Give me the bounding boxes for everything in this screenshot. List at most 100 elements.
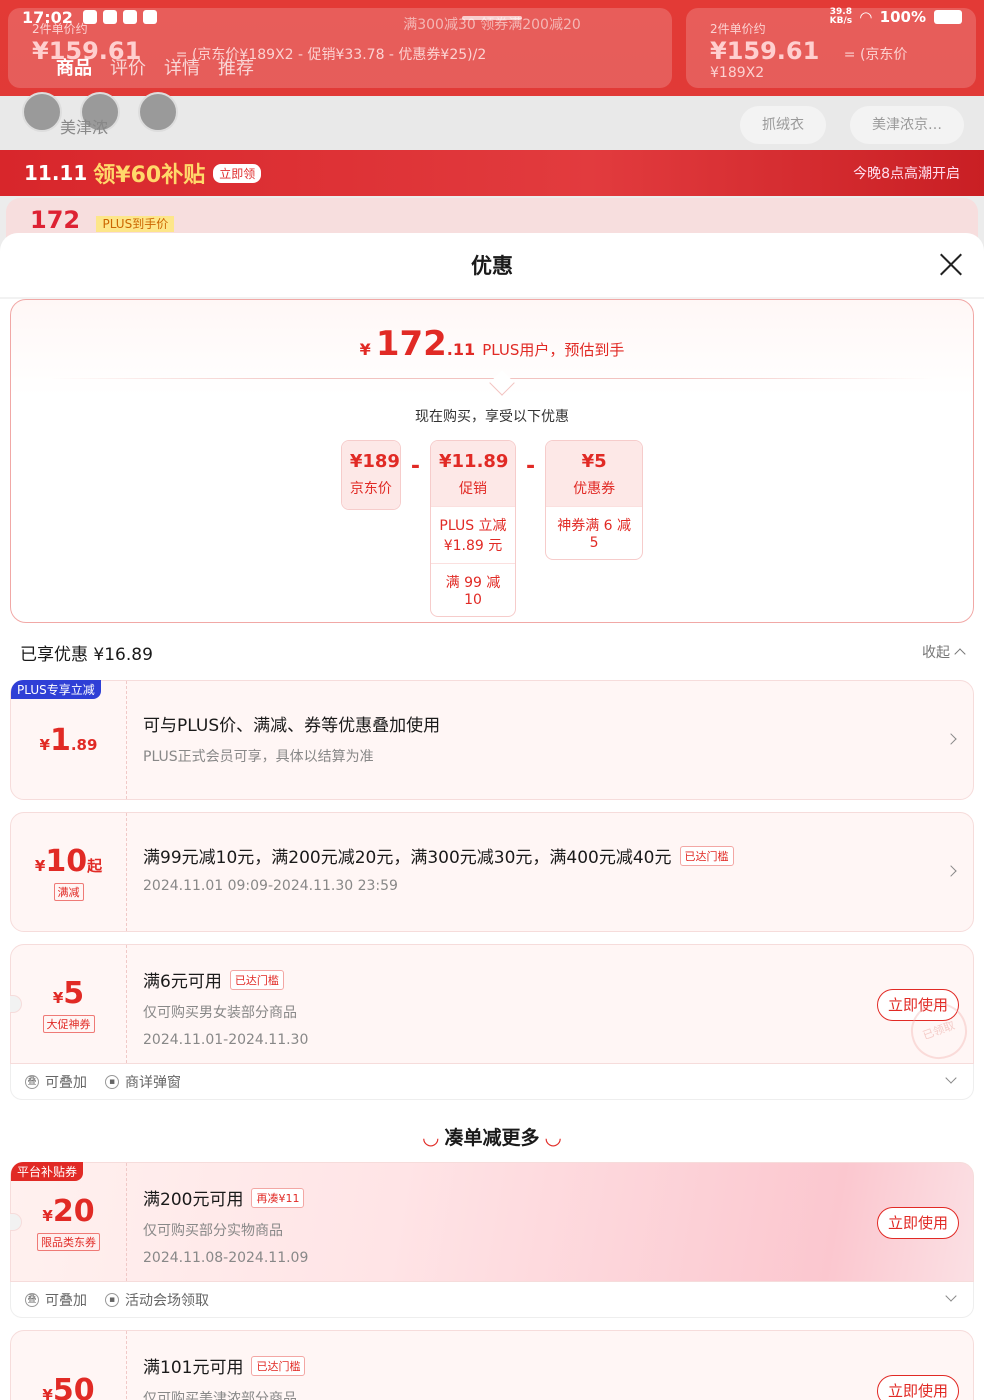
foot-label: 商详弹窗 bbox=[125, 1074, 181, 1091]
network-speed: 39.8 KB/s bbox=[829, 7, 853, 26]
currency-symbol: ¥ bbox=[52, 988, 64, 1007]
price-decimal: .11 bbox=[446, 340, 476, 359]
popup-icon: ▪ bbox=[105, 1074, 119, 1089]
threshold-badge: 已达门槛 bbox=[229, 969, 284, 990]
foot-label: 可叠加 bbox=[45, 1074, 87, 1091]
offers-list: PLUS专享立减 ¥1.89 可与PLUS价、满减、券等优惠叠加使用 PLUS正… bbox=[0, 680, 984, 1400]
coupon-item: 神券满 6 减 5 bbox=[546, 506, 643, 559]
offer-scope: 仅可购买部分实物商品 bbox=[143, 1223, 283, 1239]
estimated-price: ¥ 172.11 PLUS用户，预估到手 bbox=[11, 324, 973, 364]
divider-notch bbox=[489, 370, 515, 396]
venue-icon: ▪ bbox=[105, 1292, 119, 1307]
promo-label: 促销 bbox=[459, 481, 487, 497]
amount-int: 10 bbox=[45, 843, 88, 879]
bg-promo-bar: 11.11 领¥60补贴 立即领 今晚8点高潮开启 bbox=[0, 150, 984, 196]
offer-card-platform-coupon: 平台补贴券 ¥20 限品类东券 满200元可用 再凑¥11 仅可购买部分实物商品… bbox=[10, 1162, 974, 1282]
currency-symbol: ¥ bbox=[39, 735, 50, 754]
coupon-box: ¥5 优惠券 神券满 6 减 5 bbox=[545, 440, 644, 560]
currency-symbol: ¥ bbox=[34, 856, 46, 875]
avatar bbox=[138, 92, 178, 132]
close-icon[interactable] bbox=[938, 251, 964, 277]
status-time: 17:02 bbox=[22, 7, 73, 27]
offer-scope: 仅可购买男女装部分商品 bbox=[143, 1005, 297, 1021]
summary-subtitle: 现在购买，享受以下优惠 bbox=[415, 409, 569, 425]
gap-badge: 再凑¥11 bbox=[251, 1187, 305, 1208]
foot-label: 活动会场领取 bbox=[125, 1292, 209, 1309]
coupon-value: ¥5 bbox=[581, 451, 607, 472]
price-breakdown: ¥189 京东价 - ¥11.89 促销 PLUS 立减 ¥1.89 元 满 9… bbox=[11, 440, 973, 617]
enjoyed-row: 已享优惠 ¥16.89 收起 bbox=[0, 624, 984, 680]
stack-icon: 叠 bbox=[25, 1074, 39, 1089]
amount-int: 50 bbox=[52, 1372, 95, 1400]
currency-symbol: ¥ bbox=[42, 1385, 53, 1400]
bg-tab: 商品 bbox=[56, 58, 92, 79]
promo-item: 满 99 减 10 bbox=[431, 563, 515, 616]
summary-wrap: ¥ 172.11 PLUS用户，预估到手 现在购买，享受以下优惠 ¥189 京东… bbox=[0, 299, 984, 624]
foot-label: 可叠加 bbox=[45, 1292, 87, 1309]
offer-tag: 限品类东券 bbox=[37, 1232, 100, 1251]
offer-period: 2024.11.08-2024.11.09 bbox=[143, 1250, 309, 1266]
offer-title: 满99元减10元，满200元减20元，满300元减30元，满400元减40元 bbox=[143, 848, 672, 868]
minus-operator: - bbox=[526, 454, 536, 479]
enjoyed-total: 已享优惠 ¥16.89 bbox=[20, 644, 153, 665]
offer-tag: 满减 bbox=[53, 882, 84, 901]
jd-price-value: ¥189 bbox=[349, 451, 400, 472]
coupon-footer: 叠可叠加 ▪ 商详弹窗 bbox=[10, 1064, 974, 1100]
jd-price-label: 京东价 bbox=[349, 481, 392, 497]
bg-price-peek-value: 172 bbox=[30, 206, 81, 234]
use-now-button[interactable]: 立即使用 bbox=[877, 1207, 959, 1239]
coupon-footer: 叠可叠加 ▪ 活动会场领取 bbox=[10, 1282, 974, 1318]
battery-icon bbox=[934, 10, 962, 24]
minus-operator: - bbox=[410, 454, 420, 479]
bg-promo-badge: 立即领 bbox=[213, 163, 262, 183]
chevron-down-icon[interactable] bbox=[945, 1072, 957, 1084]
collapse-label: 收起 bbox=[922, 645, 950, 661]
offer-card-plus[interactable]: PLUS专享立减 ¥1.89 可与PLUS价、满减、券等优惠叠加使用 PLUS正… bbox=[10, 680, 974, 800]
sheet-title: 优惠 bbox=[471, 254, 513, 278]
offer-tag: 大促神券 bbox=[42, 1014, 95, 1033]
price-integer: 172 bbox=[375, 324, 447, 364]
bg-tab: 推荐 bbox=[218, 58, 254, 79]
offer-card-coupon: ¥5 大促神券 满6元可用 已达门槛 仅可购买男女装部分商品 2024.11.0… bbox=[10, 944, 975, 1067]
plus-badge: PLUS专享立减 bbox=[11, 680, 101, 699]
offer-card-brand-coupon: ¥50 满101元可用 已达门槛 仅可购买美津浓部分商品 立即使用 bbox=[10, 1330, 974, 1400]
bg-tab: 详情 bbox=[164, 58, 200, 79]
jd-price-box: ¥189 京东价 bbox=[340, 440, 401, 510]
sheet-header: 优惠 bbox=[0, 233, 984, 297]
stack-icon: 叠 bbox=[25, 1292, 39, 1307]
bg-chip: 抓绒衣 bbox=[740, 106, 826, 144]
offer-title: 满101元可用 bbox=[143, 1358, 244, 1378]
bg-plus-peek: PLUS到手价 bbox=[96, 216, 175, 232]
background-product-page: 满300减30 领券满200减20 2件单价约 ¥159.61 = (京东价¥1… bbox=[0, 0, 984, 260]
chevron-down-icon[interactable] bbox=[945, 1290, 957, 1302]
bg-promo-text: 领¥60补贴 bbox=[93, 163, 206, 188]
offer-amount: ¥5 大促神券 bbox=[11, 945, 127, 1063]
amount-int: 5 bbox=[63, 975, 85, 1011]
threshold-badge: 已达门槛 bbox=[251, 1355, 306, 1376]
offer-title: 可与PLUS价、满减、券等优惠叠加使用 bbox=[143, 716, 441, 736]
battery-text: 100% bbox=[879, 8, 926, 26]
drag-handle[interactable] bbox=[462, 16, 522, 20]
offer-sub: PLUS正式会员可享，具体以结算为准 bbox=[143, 749, 374, 765]
promo-value: ¥11.89 bbox=[439, 451, 509, 472]
bg-promo-brand: 11.11 bbox=[24, 161, 88, 185]
amount-int: 1 bbox=[49, 722, 71, 758]
collapse-button[interactable]: 收起 bbox=[922, 642, 966, 662]
price-summary: ¥ 172.11 PLUS用户，预估到手 现在购买，享受以下优惠 ¥189 京东… bbox=[10, 299, 974, 623]
bg-chip: 美津浓京… bbox=[850, 106, 964, 144]
threshold-badge: 已达门槛 bbox=[679, 845, 734, 866]
amount-dec: .89 bbox=[70, 735, 98, 754]
bg-promo-right: 今晚8点高潮开启 bbox=[853, 166, 960, 182]
offer-period: 2024.11.01 09:09-2024.11.30 23:59 bbox=[143, 878, 398, 894]
more-title-text: 凑单减更多 bbox=[444, 1127, 540, 1149]
bg-shop-name: 美津浓 bbox=[60, 118, 109, 137]
offer-scope: 仅可购买美津浓部分商品 bbox=[143, 1391, 297, 1400]
wifi-icon: ◠ bbox=[860, 8, 872, 26]
offer-title: 满6元可用 bbox=[143, 972, 222, 992]
offer-amount: ¥50 bbox=[11, 1331, 127, 1400]
offer-period: 2024.11.01-2024.11.30 bbox=[143, 1032, 309, 1048]
platform-badge: 平台补贴券 bbox=[11, 1162, 84, 1181]
promo-item: PLUS 立减 ¥1.89 元 bbox=[431, 506, 515, 563]
use-now-button[interactable]: 立即使用 bbox=[877, 1375, 959, 1400]
offer-card-full-reduction[interactable]: ¥10起 满减 满99元减10元，满200元减20元，满300元减30元，满40… bbox=[10, 812, 974, 932]
